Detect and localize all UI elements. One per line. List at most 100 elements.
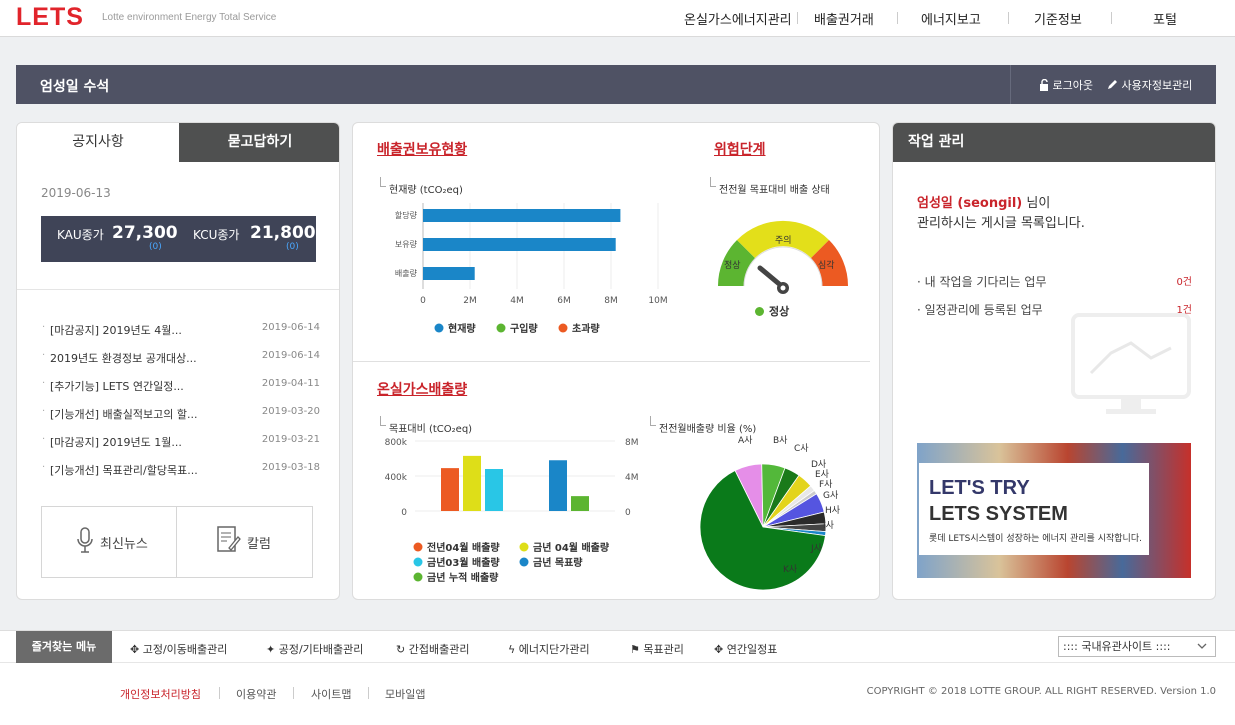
bullet: · xyxy=(42,322,46,333)
risk-subtitle: 전전월 목표대비 배출 상태 xyxy=(710,177,830,196)
notice-item[interactable]: · [기능개선] 배출실적보고의 할... 2019-03-20 xyxy=(42,406,320,421)
pie-label: C사 xyxy=(794,443,809,454)
nav-base-info[interactable]: 기준정보 xyxy=(1034,9,1082,28)
pie-label: B사 xyxy=(773,435,788,446)
pie-label: J사 xyxy=(810,543,823,554)
footer-link-sitemap[interactable]: 사이트맵 xyxy=(311,686,351,702)
quick-link-fixed-emission[interactable]: ✥ 고정/이동배출관리 xyxy=(130,641,227,657)
nav-ghg-energy[interactable]: 온실가스에너지관리 xyxy=(684,9,792,28)
tab-notice[interactable]: 공지사항 xyxy=(17,123,179,162)
emission-bar-chart: 800k 8M 400k 4M 0 0 전년04월 배출량 금년 04월 배출량금년03월 배… xyxy=(385,438,639,584)
legend-label: 초과량 xyxy=(572,322,600,335)
pencil-icon xyxy=(1108,80,1117,89)
legend-dot xyxy=(434,323,444,333)
y-right-tick-label: 4M xyxy=(625,473,639,483)
monitor-chart-icon xyxy=(1071,313,1191,414)
logout-button[interactable]: 로그아웃 xyxy=(1039,77,1093,93)
task-title: 작업 관리 xyxy=(893,123,1215,162)
x-tick-label: 4M xyxy=(510,296,524,306)
y-left-tick-label: 400k xyxy=(385,473,408,483)
column-button[interactable]: 칼럼 xyxy=(177,507,312,577)
banner-headline: LET'S TRY xyxy=(929,477,1030,499)
nav-emission-trade[interactable]: 배출권거래 xyxy=(814,9,874,28)
user-bar: 엄성일 수석 로그아웃 사용자정보관리 xyxy=(16,65,1216,104)
quick-link-energy-price[interactable]: ϟ 에너지단가관리 xyxy=(508,641,590,657)
nav-portal[interactable]: 포털 xyxy=(1153,9,1177,28)
quick-link-target[interactable]: ⚑ 목표관리 xyxy=(630,641,684,657)
task-panel: 작업 관리 엄성일 (seongil) 님이 관리하시는 게시글 목록입니다. … xyxy=(892,122,1216,600)
notice-item[interactable]: · 2019년도 환경정보 공개대상... 2019-06-14 xyxy=(42,350,320,365)
task-count: 0건 xyxy=(1176,277,1192,288)
price-box: KAU종가 27,300 (0) KCU종가 21,800 (0) xyxy=(41,216,316,262)
legend-dot xyxy=(413,557,423,567)
x-tick-label: 8M xyxy=(604,296,618,306)
y-right-tick-label: 0 xyxy=(625,508,631,518)
favorites-label: 즐겨찾는 메뉴 xyxy=(16,631,112,663)
legend-label: 구입량 xyxy=(510,322,538,335)
bar xyxy=(423,238,616,251)
emission-title[interactable]: 온실가스배출량 xyxy=(377,379,467,399)
gauge-label-warning: 주의 xyxy=(775,235,792,246)
emission-pie-chart: A사 B사 C사D사E사F사G사 H사 I사 J사 K사 xyxy=(699,435,841,591)
logout-label: 로그아웃 xyxy=(1052,79,1093,92)
x-tick-label: 6M xyxy=(557,296,571,306)
user-settings-button[interactable]: 사용자정보관리 xyxy=(1107,77,1192,93)
lock-open-icon xyxy=(1040,78,1048,91)
holdings-title[interactable]: 배출권보유현황 xyxy=(377,139,467,159)
footer-link-mobile[interactable]: 모바일앱 xyxy=(385,686,425,702)
notice-title: [기능개선] 목표관리/할당목표... xyxy=(50,464,198,477)
footer-link-privacy[interactable]: 개인정보처리방침 xyxy=(120,686,201,702)
top-navigation-bar: LETS Lotte environment Energy Total Serv… xyxy=(0,0,1235,37)
legend-label: 전년04월 배출량 xyxy=(427,541,500,554)
footer-link-terms[interactable]: 이용약관 xyxy=(236,686,276,702)
y-tick-label: 배출량 xyxy=(395,268,418,278)
lets-promo-banner[interactable]: LET'S TRY LETS SYSTEM 롯데 LETS시스템이 성장하는 에… xyxy=(917,443,1191,578)
legend-label: 금년 04월 배출량 xyxy=(533,541,610,554)
gauge-label-normal: 정상 xyxy=(724,260,741,271)
bullet: · xyxy=(42,434,46,445)
risk-title[interactable]: 위험단계 xyxy=(714,139,766,159)
notice-item[interactable]: · [추가기능] LETS 연간일정... 2019-04-11 xyxy=(42,378,320,393)
notice-title: [기능개선] 배출실적보고의 할... xyxy=(50,408,198,421)
related-sites-select[interactable]: :::: 국내유관사이트 :::: xyxy=(1058,636,1216,657)
quick-link-label: 목표관리 xyxy=(643,643,684,656)
footer: 개인정보처리방침 이용약관 사이트맵 모바일앱 COPYRIGHT © 2018… xyxy=(0,663,1235,725)
quick-link-process-emission[interactable]: ✦ 공정/기타배출관리 xyxy=(266,641,363,657)
y-tick-label: 보유량 xyxy=(395,239,418,249)
notice-item[interactable]: · [마감공지] 2019년도 1월... 2019-03-21 xyxy=(42,434,320,449)
column-label: 칼럼 xyxy=(247,537,271,552)
bullet: · xyxy=(42,406,46,417)
notice-panel: 공지사항 묻고답하기 2019-06-13 KAU종가 27,300 (0) K… xyxy=(16,122,340,600)
notice-date: 2019-06-14 xyxy=(261,350,320,361)
news-label: 최신뉴스 xyxy=(100,537,148,552)
notice-date: 2019-04-11 xyxy=(261,378,320,389)
notice-item[interactable]: · [기능개선] 목표관리/할당목표... 2019-03-18 xyxy=(42,462,320,477)
bullet: · xyxy=(917,303,925,317)
divider xyxy=(353,361,870,362)
task-user-message: 엄성일 (seongil) 님이 관리하시는 게시글 목록입니다. xyxy=(917,194,1085,234)
kau-value: 27,300 xyxy=(112,223,178,243)
user-actions: 로그아웃 사용자정보관리 xyxy=(1010,65,1216,104)
task-user-line2: 관리하시는 게시글 목록입니다. xyxy=(917,216,1085,231)
refresh-icon: ↻ xyxy=(396,643,409,656)
legend-dot xyxy=(558,323,568,333)
gauge-label-critical: 심각 xyxy=(818,259,835,271)
footer-separator xyxy=(293,687,294,699)
tab-qna[interactable]: 묻고답하기 xyxy=(179,123,339,162)
quick-link-indirect-emission[interactable]: ↻ 간접배출관리 xyxy=(396,641,469,657)
task-row[interactable]: · 내 작업을 기다리는 업무 0건 xyxy=(917,273,1192,290)
bolt-icon: ϟ xyxy=(508,643,519,656)
news-button[interactable]: 최신뉴스 xyxy=(42,507,177,577)
quick-link-annual-schedule[interactable]: ✥ 연간일정표 xyxy=(714,641,777,657)
quick-link-label: 에너지단가관리 xyxy=(518,643,590,656)
quick-link-label: 간접배출관리 xyxy=(408,643,470,656)
nav-energy-report[interactable]: 에너지보고 xyxy=(921,9,981,28)
lets-logo[interactable]: LETS xyxy=(16,3,84,32)
legend-label: 금년 누적 배출량 xyxy=(427,571,499,584)
move-icon: ✥ xyxy=(714,643,727,656)
notice-item[interactable]: · [마감공지] 2019년도 4월... 2019-06-14 xyxy=(42,322,320,337)
notice-title: [마감공지] 2019년도 1월... xyxy=(50,436,182,449)
quick-link-label: 연간일정표 xyxy=(726,643,778,656)
bar xyxy=(549,460,567,511)
kau-change: (0) xyxy=(149,242,162,252)
